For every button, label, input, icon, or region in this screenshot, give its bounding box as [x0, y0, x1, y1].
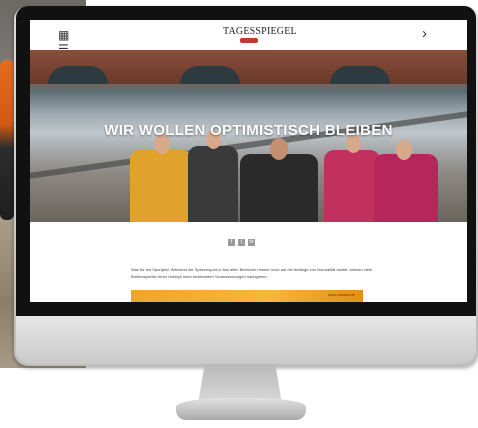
mail-icon[interactable]: ✉	[248, 239, 255, 246]
logo-accent	[240, 38, 258, 43]
runner-head	[396, 140, 412, 160]
runner-magenta-jacket	[374, 154, 438, 222]
hero-headline: WIR WOLLEN OPTIMISTISCH BLEIBEN	[104, 122, 393, 139]
grid-menu-icon[interactable]: ▦ ☰	[58, 28, 82, 56]
runner-black-shirt	[240, 154, 318, 222]
bridge-arch	[48, 66, 108, 84]
share-buttons: f t ✉	[228, 239, 255, 246]
facebook-icon[interactable]: f	[228, 239, 235, 246]
hero-image: WIR WOLLEN OPTIMISTISCH BLEIBEN	[30, 50, 467, 222]
monitor-chin	[16, 316, 476, 364]
bridge	[30, 50, 467, 84]
twitter-icon[interactable]: t	[238, 239, 245, 246]
runner-grey-shirt	[188, 146, 238, 222]
background-corner	[0, 368, 86, 404]
site-logo[interactable]: TAGESSPIEGEL	[223, 26, 297, 37]
bridge-arch	[180, 66, 240, 84]
background-runner	[0, 60, 14, 220]
article-text: Was für ein Sportjahr! Während der Spitz…	[131, 267, 373, 279]
runner-yellow-jacket	[130, 150, 192, 222]
site-header: ▦ ☰ TAGESSPIEGEL ›	[30, 20, 467, 56]
chevron-right-icon[interactable]: ›	[422, 25, 427, 42]
bridge-arch	[330, 66, 390, 84]
runner-pink-jacket	[324, 150, 380, 222]
monitor-stand-base	[176, 398, 306, 420]
website-screen: ▦ ☰ TAGESSPIEGEL › WIR WOLLEN OPTIMISTIS…	[30, 20, 467, 302]
ad-banner[interactable]: www.adidas.de	[131, 290, 363, 302]
runner-head	[270, 138, 288, 160]
ad-banner-text: www.adidas.de	[328, 292, 355, 297]
